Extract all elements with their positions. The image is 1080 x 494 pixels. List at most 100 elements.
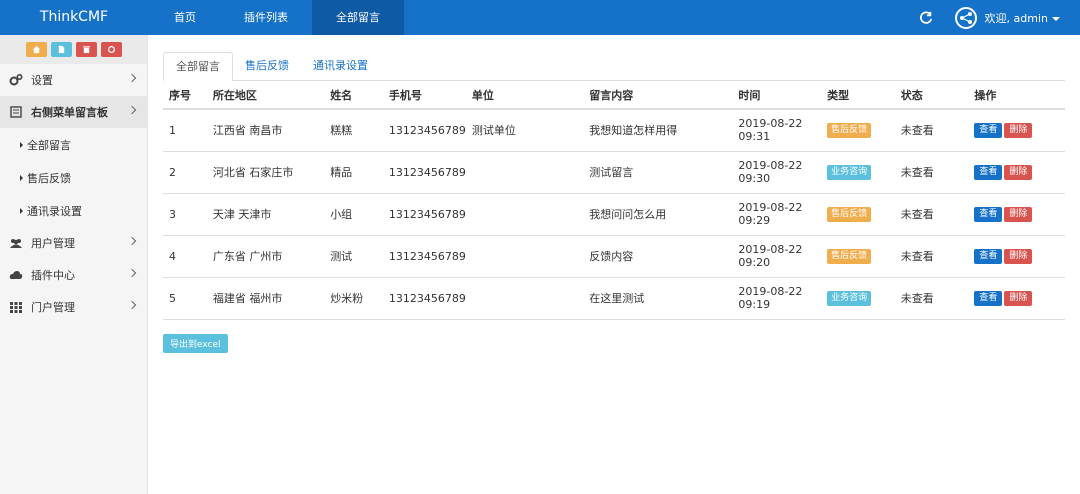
row-type: 售后反馈: [821, 235, 895, 278]
column-header: 状态: [894, 81, 969, 110]
row-id: 5: [163, 277, 207, 320]
sidebar-item-settings[interactable]: 设置: [0, 64, 147, 96]
recycle-icon: [107, 45, 115, 54]
row-clock: 09:30: [738, 172, 771, 185]
view-button[interactable]: 查看: [974, 249, 1003, 264]
row-unit: [465, 193, 584, 236]
row-unit: [465, 151, 584, 194]
trash-button[interactable]: [75, 42, 97, 57]
sidebar-subitem-label: 通讯录设置: [27, 204, 82, 218]
row-time: 2019-08-22 09:19: [732, 277, 822, 320]
row-actions: 查看 删除: [968, 235, 1065, 278]
row-time: 2019-08-22 09:20: [732, 235, 822, 278]
cloud-icon: [9, 268, 23, 282]
type-badge: 业务咨询: [827, 165, 872, 180]
row-type: 业务咨询: [821, 151, 895, 194]
nav-all-messages[interactable]: 全部留言: [312, 0, 404, 35]
table-header-row: 序号 所在地区 姓名 手机号 单位 留言内容 时间 类型 状态 操作: [163, 81, 1065, 110]
home-button[interactable]: [25, 42, 47, 57]
row-content: 在这里测试: [583, 277, 733, 320]
messages-table: 序号 所在地区 姓名 手机号 单位 留言内容 时间 类型 状态 操作 1 江西省 …: [163, 81, 1065, 320]
column-header: 手机号: [382, 81, 466, 110]
sidebar-item-label: 门户管理: [31, 301, 75, 314]
sidebar-subitem-contacts-settings[interactable]: 通讯录设置: [0, 194, 147, 227]
row-name: 测试: [324, 235, 383, 278]
top-nav: 首页 插件列表 全部留言: [150, 0, 404, 35]
row-actions: 查看 删除: [968, 151, 1065, 194]
sidebar-item-label: 插件中心: [31, 269, 75, 282]
row-status: 未查看: [894, 277, 969, 320]
row-region: 河北省 石家庄市: [206, 151, 325, 194]
column-header: 单位: [465, 81, 584, 110]
nav-plugin-list[interactable]: 插件列表: [220, 0, 312, 35]
users-icon: [9, 236, 23, 250]
row-region: 广东省 广州市: [206, 235, 325, 278]
row-id: 1: [163, 109, 207, 152]
row-clock: 09:29: [738, 214, 771, 227]
row-content: 我想问问怎么用: [583, 193, 733, 236]
view-button[interactable]: 查看: [974, 123, 1003, 139]
column-header: 所在地区: [206, 81, 325, 110]
chevron-right-icon: [127, 236, 137, 246]
row-type: 售后反馈: [821, 193, 895, 236]
sidebar-subitem-label: 全部留言: [27, 138, 71, 152]
sidebar-subitem-label: 售后反馈: [27, 171, 71, 185]
trash-icon: [82, 46, 90, 54]
avatar[interactable]: [954, 6, 977, 29]
brand-logo[interactable]: ThinkCMF: [0, 0, 148, 35]
caret-right-icon: [20, 141, 23, 148]
sidebar-item-portal[interactable]: 门户管理: [0, 291, 147, 323]
table-row: 3 天津 天津市 小组 13123456789 我想问问怎么用 2019-08-22 09:…: [163, 193, 1065, 236]
share-icon: [959, 11, 972, 24]
tab-after-sales[interactable]: 售后反馈: [233, 52, 301, 81]
delete-button[interactable]: 删除: [1004, 165, 1033, 180]
file-button[interactable]: [50, 42, 72, 57]
tab-bar: 全部留言 售后反馈 通讯录设置: [163, 52, 1065, 81]
caret-right-icon: [20, 207, 23, 214]
row-region: 福建省 福州市: [206, 277, 325, 320]
row-clock: 09:20: [738, 256, 771, 269]
recycle-button[interactable]: [100, 42, 122, 57]
user-menu[interactable]: 欢迎, admin: [985, 10, 1060, 26]
row-actions: 查看 删除: [968, 193, 1065, 236]
view-button[interactable]: 查看: [974, 165, 1003, 180]
row-date: 2019-08-22: [738, 201, 803, 214]
column-header: 姓名: [324, 81, 383, 110]
row-content: 测试留言: [583, 151, 733, 194]
view-button[interactable]: 查看: [974, 207, 1003, 222]
column-header: 序号: [163, 81, 207, 110]
row-region: 天津 天津市: [206, 193, 325, 236]
tab-all-messages[interactable]: 全部留言: [163, 52, 233, 81]
export-excel-button[interactable]: 导出到excel: [163, 333, 228, 353]
sidebar-item-users[interactable]: 用户管理: [0, 227, 147, 259]
sidebar-subitem-all-messages[interactable]: 全部留言: [0, 128, 147, 161]
nav-home[interactable]: 首页: [150, 0, 220, 35]
sidebar-item-plugins[interactable]: 插件中心: [0, 259, 147, 291]
caret-right-icon: [20, 174, 23, 181]
view-button[interactable]: 查看: [974, 291, 1003, 306]
row-time: 2019-08-22 09:29: [732, 193, 822, 236]
delete-button[interactable]: 删除: [1004, 123, 1033, 139]
delete-button[interactable]: 删除: [1004, 207, 1033, 222]
column-header: 操作: [968, 81, 1065, 110]
sidebar-item-label: 用户管理: [31, 237, 75, 250]
tab-contacts-settings[interactable]: 通讯录设置: [301, 52, 380, 81]
row-name: 精品: [324, 151, 383, 194]
row-status: 未查看: [894, 109, 969, 152]
row-name: 炒米粉: [324, 277, 383, 320]
row-region: 江西省 南昌市: [206, 109, 325, 152]
row-unit: 测试单位: [465, 109, 584, 152]
row-status: 未查看: [894, 235, 969, 278]
delete-button[interactable]: 删除: [1004, 291, 1033, 306]
sidebar-subitem-after-sales[interactable]: 售后反馈: [0, 161, 147, 194]
row-id: 4: [163, 235, 207, 278]
delete-button[interactable]: 删除: [1004, 249, 1033, 264]
sidebar-item-message-board[interactable]: 右侧菜单留言板: [0, 96, 147, 128]
row-phone: 13123456789: [382, 235, 466, 278]
book-icon: [9, 105, 23, 119]
refresh-icon[interactable]: [919, 11, 933, 25]
home-icon: [32, 45, 40, 54]
table-row: 4 广东省 广州市 测试 13123456789 反馈内容 2019-08-22 09:20…: [163, 235, 1065, 278]
sidebar: 设置 右侧菜单留言板 全部留言 售后反馈 通讯录设置 用户管理 插件中心 门户管…: [0, 35, 148, 494]
column-header: 类型: [821, 81, 895, 110]
